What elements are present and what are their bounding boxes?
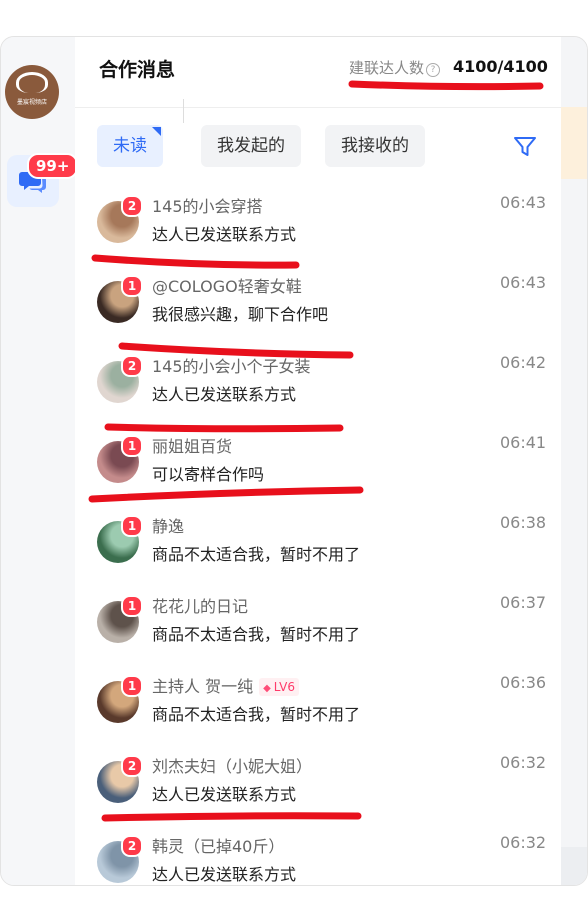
conversation-row[interactable]: 1 静逸商品不太适合我，暂时不用了 06:38 (75, 503, 561, 583)
tab-divider (183, 99, 184, 123)
conversation-row[interactable]: 1 @COLOGO轻奢女鞋我很感兴趣，聊下合作吧 06:43 (75, 263, 561, 343)
contact-name-text: 刘杰夫妇（小妮大姐） (152, 757, 313, 776)
contact-name-text: 静逸 (152, 517, 185, 536)
tab-unread[interactable]: 未读 (97, 125, 163, 167)
unread-badge: 1 (121, 435, 143, 457)
conversation-row[interactable]: 1 花花儿的日记商品不太适合我，暂时不用了 06:37 (75, 583, 561, 663)
message-preview: 达人已发送联系方式 (152, 785, 297, 804)
unread-count-badge: 99+ (27, 153, 79, 179)
contact-name: 刘杰夫妇（小妮大姐） (152, 753, 312, 777)
contact-name: 花花儿的日记 (152, 593, 248, 617)
level-badge: LV6 (259, 678, 300, 696)
conversation-row[interactable]: 2 145的小会穿搭达人已发送联系方式 06:43 (75, 183, 561, 263)
conversation-row[interactable]: 2 145的小会小个子女装 达人已发送联系方式 06:42 (75, 343, 561, 423)
unread-badge: 2 (121, 355, 143, 377)
tab-initiated[interactable]: 我发起的 (201, 125, 301, 167)
left-rail: 墨宸视频店 99+ (1, 37, 79, 885)
app-window: 墨宸视频店 99+ 合作消息 建联达人数? 4100/4100 未读 我发起的 … (0, 36, 588, 886)
contact-name: 丽姐姐百货 (152, 433, 232, 457)
conversation-row[interactable]: 1 主持人 贺一纯 LV6 商品不太适合我，暂时不用了 06:36 (75, 663, 561, 743)
contact-name-text: 145的小会穿搭 (152, 197, 263, 216)
contact-name: 静逸 (152, 513, 184, 537)
contact-name: @COLOGO轻奢女鞋 (152, 273, 302, 297)
contact-name-text: @COLOGO轻奢女鞋 (152, 277, 302, 296)
contact-name: 145的小会小个子女装 (152, 353, 311, 377)
conversation-row[interactable]: 1 丽姐姐百货可以寄样合作吗 06:41 (75, 423, 561, 503)
conversation-list: 2 145的小会穿搭达人已发送联系方式 06:43 1 @COLOGO轻奢女鞋我很感兴趣… (75, 175, 561, 885)
right-side-strip (561, 37, 587, 885)
tab-received[interactable]: 我接收的 (325, 125, 425, 167)
unread-badge: 2 (121, 755, 143, 777)
contact-name: 主持人 贺一纯 LV6 (152, 673, 300, 697)
unread-badge: 2 (121, 835, 143, 857)
message-preview: 商品不太适合我，暂时不用了 (152, 705, 361, 724)
contact-name-text: 韩灵（已掉40斤） (152, 837, 285, 856)
filter-tabs: 未读 我发起的 我接收的 (75, 107, 561, 175)
message-preview: 商品不太适合我，暂时不用了 (152, 545, 361, 564)
connected-count-value: 4100/4100 (453, 57, 548, 76)
contact-name: 韩灵（已掉40斤） (152, 833, 284, 857)
contact-name-text: 花花儿的日记 (152, 597, 249, 616)
message-preview: 可以寄样合作吗 (152, 465, 265, 484)
message-time: 06:37 (500, 593, 547, 612)
message-preview: 商品不太适合我，暂时不用了 (152, 625, 361, 644)
unread-badge: 1 (121, 515, 143, 537)
conversation-row[interactable]: 2 刘杰夫妇（小妮大姐） 达人已发送联系方式 06:32 (75, 743, 561, 823)
message-time: 06:32 (500, 833, 547, 852)
logo-mark-icon (16, 72, 48, 93)
message-time: 06:38 (500, 513, 547, 532)
message-time: 06:43 (500, 193, 547, 212)
message-preview: 我很感兴趣，聊下合作吧 (152, 305, 329, 324)
message-time: 06:36 (500, 673, 547, 692)
message-time: 06:43 (500, 273, 547, 292)
contact-name-text: 主持人 贺一纯 (152, 677, 254, 696)
conversation-row[interactable]: 2 韩灵（已掉40斤） 达人已发送联系方式 06:32 (75, 823, 561, 885)
panel-header: 合作消息 建联达人数? 4100/4100 (75, 37, 561, 108)
unread-badge: 1 (121, 275, 143, 297)
contact-name: 145的小会穿搭 (152, 193, 263, 217)
connected-count-label: 建联达人数? (349, 57, 441, 78)
unread-badge: 1 (121, 595, 143, 617)
help-icon[interactable]: ? (426, 63, 441, 77)
message-preview: 达人已发送联系方式 (152, 385, 297, 404)
side-highlight (561, 107, 587, 179)
contact-name-text: 丽姐姐百货 (152, 437, 233, 456)
shop-logo[interactable]: 墨宸视频店 (5, 65, 59, 119)
message-time: 06:41 (500, 433, 547, 452)
count-label-text: 建联达人数 (349, 59, 425, 77)
unread-badge: 1 (121, 675, 143, 697)
cooperation-message-panel: 合作消息 建联达人数? 4100/4100 未读 我发起的 我接收的 2 145的… (75, 37, 561, 885)
logo-text: 墨宸视频店 (16, 99, 47, 106)
unread-badge: 2 (121, 195, 143, 217)
message-time: 06:32 (500, 753, 547, 772)
message-time: 06:42 (500, 353, 547, 372)
page-title: 合作消息 (99, 59, 176, 81)
scrollbar[interactable] (561, 847, 587, 885)
message-preview: 达人已发送联系方式 (152, 865, 297, 884)
filter-icon[interactable] (511, 133, 539, 161)
message-preview: 达人已发送联系方式 (152, 225, 297, 244)
contact-name-text: 145的小会小个子女装 (152, 357, 311, 376)
